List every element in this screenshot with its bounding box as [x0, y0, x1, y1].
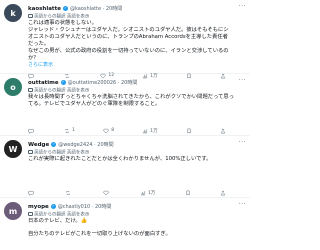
post-line: 自分たちのテレビがこれを一切取り上げないのが面白すぎ。 [28, 231, 171, 237]
retweet-icon [65, 128, 70, 133]
like-button[interactable]: 8 [103, 128, 114, 134]
reply-button[interactable] [28, 190, 36, 196]
post-line: 我々は長時間ずっとちゃくちゃ洗脳されてきたから、これがクソでかい問題だって思っ [28, 94, 234, 100]
post-line: これは適事の状態をしない。 [28, 20, 97, 26]
post-line: ジャレッド・クシュナーはユダヤ人だ。シオニストのユダヤ人だ。彼はそもそもにシ [28, 27, 229, 33]
views-icon [143, 128, 148, 133]
translation-label: 英語からの翻訳 英語を表示 [34, 212, 90, 218]
post-header: myope ✓ @chastly010 · 20時間 [28, 198, 246, 212]
bookmark-button[interactable] [186, 128, 192, 134]
views-button[interactable]: 1万 [140, 190, 155, 196]
translation-label: 英語からの翻訳 英語を表示 [34, 88, 90, 94]
display-name[interactable]: Wedge [28, 142, 49, 148]
heart-icon [103, 128, 109, 133]
post-line: だった。 [28, 41, 50, 47]
more-options-icon[interactable]: ··· [239, 77, 246, 84]
show-more-link[interactable]: さらに表示 [28, 62, 246, 69]
post-line: これが実際に起きれたことだとかは全くわかりませんが、100%正しいです。 [28, 156, 212, 162]
views-button[interactable]: 1万 [142, 128, 158, 134]
retweet-count: 1 [72, 128, 76, 133]
post-text: 日本のテレビ、だけ。👍 自分たちのテレビがこれを一切取り上げないのが面白すぎ。 [28, 218, 246, 238]
verified-badge-icon: ✓ [50, 204, 56, 209]
bookmark-button[interactable] [185, 190, 191, 196]
post-header: outtatime ✓ @outtatime200026 · 20時間 [28, 74, 246, 88]
post-header: Wedge ✓ @wedge2424 · 20時間 [28, 136, 246, 150]
more-options-icon[interactable]: ··· [239, 3, 246, 10]
verified-badge-icon: ✓ [62, 6, 68, 11]
translate-icon [28, 88, 33, 92]
reply-post[interactable]: k kaoshlatte ✓ @kaoshlatte · 20時間 ··· 英語… [0, 0, 250, 79]
retweet-button[interactable] [65, 190, 73, 196]
translate-icon [28, 150, 33, 154]
reply-feed: k kaoshlatte ✓ @kaoshlatte · 20時間 ··· 英語… [0, 0, 250, 250]
reply-post[interactable]: o outtatime ✓ @outtatime200026 · 20時間 ··… [0, 74, 250, 136]
share-icon [220, 128, 226, 133]
translate-icon [28, 14, 33, 18]
handle-and-time[interactable]: @outtatime200026 · 20時間 [68, 79, 138, 86]
bookmark-icon [187, 128, 191, 134]
translation-label: 英語からの翻訳 英語を表示 [34, 150, 90, 156]
avatar[interactable]: m [4, 202, 22, 220]
avatar[interactable]: W [4, 140, 22, 158]
reply-icon [28, 190, 34, 196]
translation-label: 英語からの翻訳 英語を表示 [34, 14, 90, 20]
reply-icon [28, 128, 34, 134]
verified-badge-icon: ✓ [51, 142, 57, 147]
reply-post[interactable]: W Wedge ✓ @wedge2424 · 20時間 ··· 英語からの翻訳 … [0, 136, 250, 198]
avatar[interactable]: o [4, 78, 22, 96]
retweet-button[interactable]: 1 [64, 128, 75, 134]
share-button[interactable] [220, 128, 226, 134]
more-options-icon[interactable]: ··· [239, 201, 246, 208]
post-line: オニストのユダヤ人だというのに、トランプのAbraham Accordsを主導し… [28, 34, 228, 40]
display-name[interactable]: outtatime [28, 80, 59, 86]
handle-and-time[interactable]: @chastly010 · 20時間 [58, 203, 112, 210]
share-button[interactable] [220, 190, 226, 196]
avatar[interactable]: k [4, 4, 22, 22]
post-line: 日本のテレビ、だけ。👍 [28, 218, 88, 224]
like-button[interactable] [103, 190, 111, 196]
verified-badge-icon: ✓ [60, 80, 66, 85]
display-name[interactable]: myope [28, 204, 49, 210]
post-line: てる。テレビでユダヤ人がどのぐ軍隊を制限すること。 [28, 101, 161, 107]
reply-post[interactable]: m myope ✓ @chastly010 · 20時間 ··· 英語からの翻訳… [0, 198, 250, 250]
views-count: 1万 [150, 128, 158, 134]
share-icon [220, 190, 225, 195]
post-line: なぜこの男が、公式の政府の役割を一切持っていないのに、イランと交渉しているの [28, 48, 229, 54]
retweet-icon [66, 190, 71, 195]
display-name[interactable]: kaoshlatte [28, 6, 61, 12]
views-icon [140, 190, 145, 195]
translate-icon [28, 212, 33, 216]
post-text: 我々は長時間ずっとちゃくちゃ洗脳されてきたから、これがクソでかい問題だって思っ … [28, 94, 246, 108]
heart-icon [103, 190, 109, 195]
reply-button[interactable] [28, 128, 36, 134]
post-text: これは適事の状態をしない。 ジャレッド・クシュナーはユダヤ人だ。シオニストのユダ… [28, 20, 246, 62]
post-text: これが実際に起きれたことだとかは全くわかりませんが、100%正しいです。 [28, 156, 246, 163]
views-count: 1万 [147, 190, 156, 196]
post-line: か？ [28, 55, 39, 61]
more-options-icon[interactable]: ··· [239, 139, 246, 146]
post-header: kaoshlatte ✓ @kaoshlatte · 20時間 [28, 0, 246, 14]
handle-and-time[interactable]: @kaoshlatte · 20時間 [70, 5, 122, 12]
handle-and-time[interactable]: @wedge2424 · 20時間 [58, 141, 113, 148]
like-count: 8 [111, 128, 115, 133]
bookmark-icon [186, 190, 190, 196]
